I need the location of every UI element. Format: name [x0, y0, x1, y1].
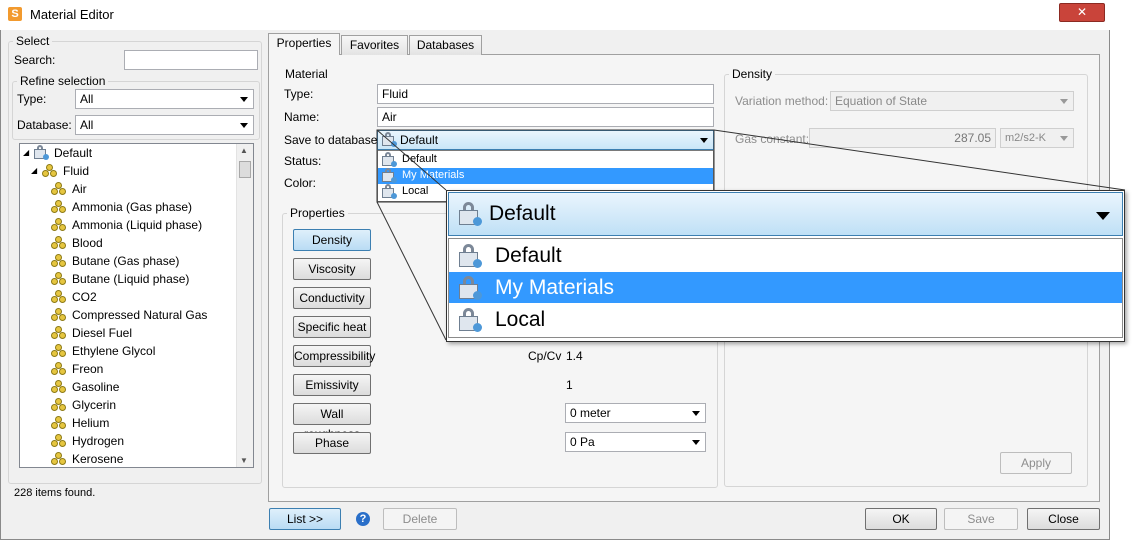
zoomed-dropdown-list[interactable]: Default My Materials Local — [448, 238, 1123, 338]
help-icon[interactable]: ? — [356, 512, 370, 526]
database-lock-icon — [457, 276, 483, 300]
zoomed-select-value: Default — [489, 202, 556, 225]
dropdown-arrow-icon[interactable] — [1096, 212, 1110, 220]
delete-button[interactable]: Delete — [383, 508, 457, 530]
zoomed-option-default[interactable]: Default — [449, 240, 1122, 271]
zoomed-option-local[interactable]: Local — [449, 304, 1122, 335]
database-lock-icon — [457, 244, 483, 268]
ok-button[interactable]: OK — [865, 508, 937, 530]
zoomed-option-label: Local — [495, 308, 546, 331]
zoomed-option-label: My Materials — [495, 276, 615, 299]
database-lock-icon — [457, 308, 483, 332]
zoomed-option-label: Default — [495, 244, 562, 267]
zoomed-option-my-materials[interactable]: My Materials — [449, 272, 1122, 303]
zoomed-dropdown-callout: Default Default My Materials Local — [446, 190, 1125, 342]
list-button[interactable]: List >> — [269, 508, 341, 530]
database-lock-icon — [457, 202, 483, 226]
save-button[interactable]: Save — [944, 508, 1018, 530]
close-button[interactable]: Close — [1027, 508, 1100, 530]
zoomed-select[interactable]: Default — [448, 192, 1123, 236]
